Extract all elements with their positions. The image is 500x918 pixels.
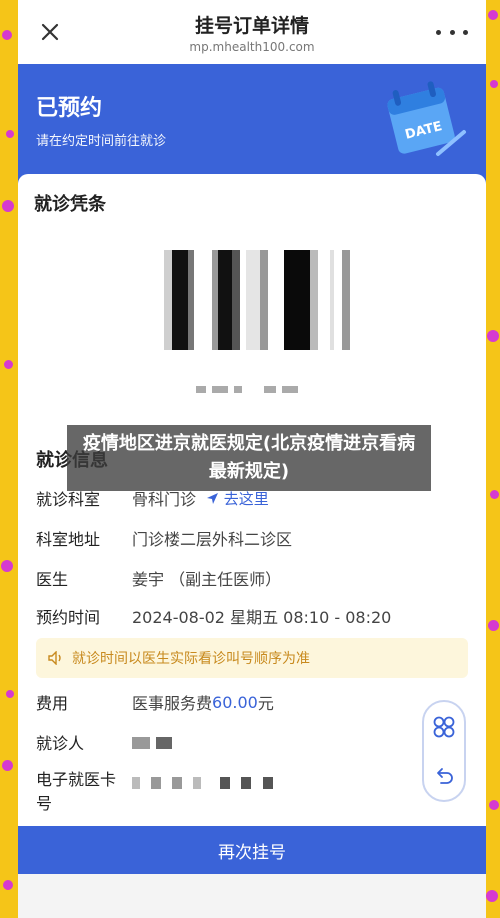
fee-label: 费用: [36, 694, 69, 713]
appointment-time-value: 2024-08-02 星期五 08:10 - 08:20: [132, 608, 392, 627]
page-subtitle: mp.mhealth100.com: [189, 39, 315, 54]
doctor-row: 医生 姜宇 （副主任医师）: [36, 566, 281, 590]
address-row: 科室地址 门诊楼二层外科二诊区: [36, 526, 292, 550]
status-banner: 已预约 请在约定时间前往就诊 DATE: [18, 64, 486, 184]
notice-bar: 就诊时间以医生实际看诊叫号顺序为准: [36, 638, 468, 678]
navigate-label: 去这里: [223, 489, 269, 508]
calendar-icon: DATE: [387, 81, 466, 156]
fee-item: 医事服务费: [132, 694, 213, 713]
more-button[interactable]: [436, 22, 468, 42]
page-title: 挂号订单详情: [194, 14, 309, 37]
dot-icon: [436, 29, 441, 35]
doctor-value: 姜宇 （副主任医师）: [132, 570, 282, 589]
voucher-card: 就诊凭条: [18, 174, 486, 434]
barcode-number: [196, 386, 298, 393]
patient-label: 就诊人: [36, 734, 85, 753]
rebook-button[interactable]: 再次挂号: [18, 826, 486, 874]
visit-info-section: 就诊信息 就诊科室 骨科门诊 去这里 科室地址 门诊楼二层外科二诊区 医生 姜宇…: [18, 434, 486, 826]
bottom-bar: [18, 874, 486, 918]
patient-name-redacted: [132, 733, 178, 752]
top-bar: 挂号订单详情 mp.mhealth100.com: [18, 0, 486, 64]
patient-row: 就诊人: [36, 730, 178, 754]
apps-icon[interactable]: [432, 715, 456, 739]
appointment-time-label: 预约时间: [36, 608, 101, 627]
notice-text: 就诊时间以医生实际看诊叫号顺序为准: [72, 651, 310, 667]
medical-card-number-redacted: [132, 768, 279, 791]
dot-icon: [449, 29, 455, 35]
back-arrow-icon[interactable]: [433, 765, 455, 787]
close-button[interactable]: [36, 18, 64, 46]
doctor-label: 医生: [36, 570, 69, 589]
speaker-icon: [48, 651, 61, 665]
dot-icon: [463, 29, 468, 35]
appointment-time-row: 预约时间 2024-08-02 星期五 08:10 - 08:20: [36, 604, 391, 628]
fee-row: 费用 医事服务费 60.00 元: [36, 690, 274, 714]
close-icon: [41, 23, 59, 41]
address-label: 科室地址: [36, 530, 101, 549]
medical-card-label: 电子就医卡 号: [36, 768, 132, 816]
floating-toolbar: [422, 700, 466, 802]
fee-unit: 元: [257, 694, 274, 713]
fee-amount: 60.00: [212, 692, 258, 712]
medical-card-row: 电子就医卡 号: [36, 768, 279, 816]
address-value: 门诊楼二层外科二诊区: [132, 530, 293, 549]
navigation-arrow-icon: [207, 492, 219, 504]
medical-card-label-line2: 号: [36, 794, 53, 813]
voucher-title: 就诊凭条: [34, 194, 106, 215]
article-title-overlay: 疫情地区进京就医规定(北京疫情进京看病最新规定): [67, 425, 431, 491]
medical-card-label-line1: 电子就医卡: [36, 770, 117, 789]
barcode-image: [164, 250, 350, 350]
